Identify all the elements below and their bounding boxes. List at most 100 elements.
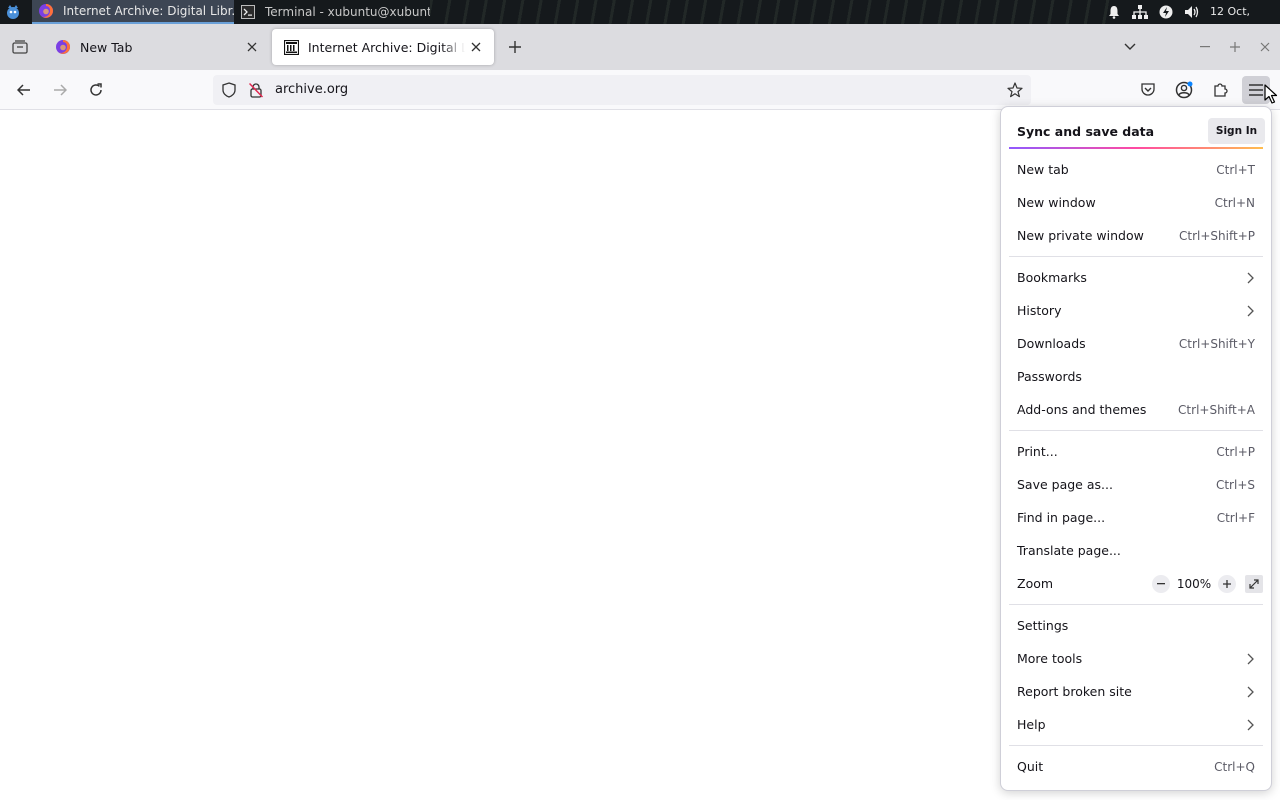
menu-item-downloads[interactable]: Downloads Ctrl+Shift+Y xyxy=(1009,327,1263,360)
menu-item-quit[interactable]: Quit Ctrl+Q xyxy=(1009,750,1263,783)
chevron-right-icon xyxy=(1243,271,1257,285)
menu-item-more-tools[interactable]: More tools xyxy=(1009,642,1263,675)
tab-internet-archive[interactable]: Internet Archive: Digital Library of Fre… xyxy=(272,29,494,65)
application-menu-panel: Sync and save data Sign In New tab Ctrl+… xyxy=(1000,106,1272,791)
tab-new-tab[interactable]: New Tab xyxy=(44,29,270,65)
menu-item-new-private-window[interactable]: New private window Ctrl+Shift+P xyxy=(1009,219,1263,252)
menu-item-shortcut: Ctrl+Shift+Y xyxy=(1178,336,1255,351)
clock[interactable]: 12 Oct, 07:27 xyxy=(1210,0,1280,42)
desktop-top-panel: Internet Archive: Digital Libr... Termin… xyxy=(0,0,1280,42)
close-window-button[interactable] xyxy=(1254,36,1276,58)
account-button[interactable] xyxy=(1170,76,1198,104)
navigation-toolbar: archive.org xyxy=(0,70,1280,110)
menu-separator xyxy=(1009,745,1263,746)
menu-item-label: New private window xyxy=(1017,228,1144,243)
chevron-right-icon xyxy=(1243,718,1257,732)
menu-item-label: New tab xyxy=(1017,162,1069,177)
new-tab-button[interactable] xyxy=(503,36,527,58)
reload-button[interactable] xyxy=(82,76,110,104)
chevron-right-icon xyxy=(1243,304,1257,318)
menu-item-label: New window xyxy=(1017,195,1096,210)
zoom-out-button[interactable] xyxy=(1152,574,1170,593)
power-manager-icon[interactable] xyxy=(1153,0,1179,24)
sync-label: Sync and save data xyxy=(1017,123,1155,139)
back-button[interactable] xyxy=(10,76,38,104)
notification-bell-icon[interactable] xyxy=(1101,0,1127,24)
menu-separator xyxy=(1009,604,1263,605)
forward-button[interactable] xyxy=(46,76,74,104)
zoom-reset-value[interactable]: 100% xyxy=(1170,577,1218,591)
menu-item-zoom: Zoom 100% xyxy=(1009,567,1263,600)
pocket-button[interactable] xyxy=(1134,76,1162,104)
chevron-right-icon xyxy=(1243,685,1257,699)
menu-item-label: Quit xyxy=(1017,759,1044,774)
menu-item-label: More tools xyxy=(1017,651,1083,666)
terminal-icon xyxy=(240,4,256,20)
taskbar-window-terminal[interactable]: Terminal - xubuntu@xubunt... xyxy=(234,0,430,24)
mouse-cursor-icon xyxy=(1264,84,1278,104)
menu-item-new-tab[interactable]: New tab Ctrl+T xyxy=(1009,153,1263,186)
fullscreen-button[interactable] xyxy=(1245,574,1263,593)
sign-in-button[interactable]: Sign In xyxy=(1208,118,1265,144)
taskbar-window-label: Internet Archive: Digital Libr... xyxy=(63,4,234,18)
menu-item-help[interactable]: Help xyxy=(1009,708,1263,741)
menu-item-translate-page[interactable]: Translate page... xyxy=(1009,534,1263,567)
volume-icon[interactable] xyxy=(1179,0,1205,24)
menu-item-passwords[interactable]: Passwords xyxy=(1009,360,1263,393)
whisker-menu-icon[interactable] xyxy=(3,3,23,21)
menu-item-settings[interactable]: Settings xyxy=(1009,609,1263,642)
network-icon[interactable] xyxy=(1127,0,1153,24)
menu-item-label: Find in page... xyxy=(1017,510,1106,525)
insecure-lock-icon[interactable] xyxy=(246,80,266,100)
chevron-right-icon xyxy=(1243,652,1257,666)
menu-item-shortcut: Ctrl+T xyxy=(1216,162,1255,177)
menu-item-report-broken-site[interactable]: Report broken site xyxy=(1009,675,1263,708)
menu-item-label: Translate page... xyxy=(1017,543,1121,558)
menu-item-label: Passwords xyxy=(1017,369,1082,384)
sync-row: Sync and save data Sign In xyxy=(1009,113,1265,149)
account-accent-divider xyxy=(1009,147,1263,149)
taskbar-window-label: Terminal - xubuntu@xubunt... xyxy=(265,5,430,19)
tracking-protection-shield-icon[interactable] xyxy=(219,80,239,100)
menu-item-label: Settings xyxy=(1017,618,1069,633)
firefox-icon xyxy=(55,39,71,55)
menu-item-shortcut: Ctrl+Shift+A xyxy=(1178,402,1255,417)
menu-item-shortcut: Ctrl+F xyxy=(1216,510,1255,525)
menu-item-bookmarks[interactable]: Bookmarks xyxy=(1009,261,1263,294)
menu-item-shortcut: Ctrl+P xyxy=(1216,444,1255,459)
url-bar[interactable]: archive.org xyxy=(213,75,1031,105)
menu-item-label: Zoom xyxy=(1017,576,1054,591)
menu-item-label: Print... xyxy=(1017,444,1058,459)
panel-background-pattern xyxy=(430,0,1110,24)
menu-item-label: Bookmarks xyxy=(1017,270,1087,285)
firefox-icon xyxy=(38,3,54,19)
close-tab-icon[interactable] xyxy=(241,36,263,58)
list-all-tabs-button[interactable] xyxy=(1118,36,1142,58)
menu-item-shortcut: Ctrl+Q xyxy=(1214,759,1255,774)
menu-item-label: Save page as... xyxy=(1017,477,1113,492)
menu-item-find-in-page[interactable]: Find in page... Ctrl+F xyxy=(1009,501,1263,534)
taskbar-window-firefox[interactable]: Internet Archive: Digital Libr... xyxy=(32,0,234,24)
menu-item-print[interactable]: Print... Ctrl+P xyxy=(1009,435,1263,468)
tab-label: New Tab xyxy=(80,39,133,55)
bookmark-star-icon[interactable] xyxy=(1005,80,1025,100)
menu-item-addons-and-themes[interactable]: Add-ons and themes Ctrl+Shift+A xyxy=(1009,393,1263,426)
menu-item-shortcut: Ctrl+Shift+P xyxy=(1179,228,1255,243)
extensions-button[interactable] xyxy=(1206,76,1234,104)
close-tab-icon[interactable] xyxy=(465,36,487,58)
menu-item-label: History xyxy=(1017,303,1062,318)
menu-item-history[interactable]: History xyxy=(1009,294,1263,327)
minimize-window-button[interactable] xyxy=(1194,36,1216,58)
url-text: archive.org xyxy=(275,82,349,97)
menu-item-label: Add-ons and themes xyxy=(1017,402,1147,417)
menu-item-new-window[interactable]: New window Ctrl+N xyxy=(1009,186,1263,219)
maximize-window-button[interactable] xyxy=(1224,36,1246,58)
firefox-view-button[interactable] xyxy=(8,36,32,58)
zoom-controls: 100% xyxy=(1152,574,1263,593)
menu-item-label: Help xyxy=(1017,717,1046,732)
menu-item-save-page-as[interactable]: Save page as... Ctrl+S xyxy=(1009,468,1263,501)
system-tray xyxy=(1101,0,1205,24)
zoom-in-button[interactable] xyxy=(1218,574,1236,593)
menu-item-shortcut: Ctrl+N xyxy=(1214,195,1255,210)
internet-archive-icon xyxy=(283,39,299,55)
